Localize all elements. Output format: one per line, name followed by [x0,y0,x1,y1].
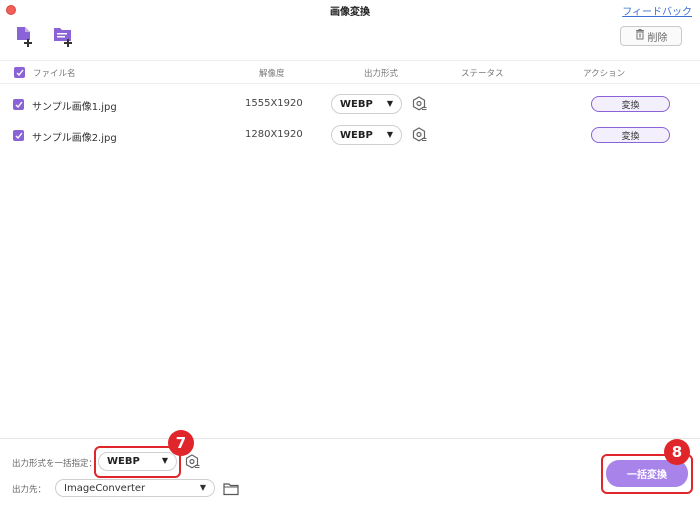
row-checkbox[interactable] [13,99,24,110]
step-badge-8: 8 [664,439,690,465]
batch-format-label: 出力形式を一括指定： [12,459,98,469]
chevron-down-icon: ▼ [386,99,393,108]
add-file-icon[interactable] [15,24,37,48]
batch-settings-gear-icon[interactable] [184,454,200,470]
output-dest-label: 出力先： [12,485,47,495]
header-resolution: 解像度 [259,69,285,79]
output-dest-select[interactable]: ImageConverter ▼ [55,479,215,497]
add-folder-icon[interactable] [53,24,75,48]
trash-icon [635,29,645,43]
settings-gear-icon[interactable] [411,96,427,112]
format-value: WEBP [340,98,373,110]
table-header: ファイル名 解像度 出力形式 ステータス アクション [0,60,700,84]
highlight-box-7 [94,446,181,478]
delete-label: 削除 [647,32,668,44]
file-name: サンプル画像1.jpg [32,102,117,113]
format-select[interactable]: WEBP ▼ [331,94,402,114]
format-value: WEBP [340,129,373,141]
chevron-down-icon: ▼ [386,130,393,139]
table-row: サンプル画像1.jpg 1555X1920 WEBP ▼ 変換 [0,89,700,120]
file-name: サンプル画像2.jpg [32,133,117,144]
header-filename: ファイル名 [33,69,76,79]
title-bar: 画像変換 フィードバック [0,0,700,20]
file-resolution: 1555X1920 [245,98,303,109]
header-output-format: 出力形式 [364,69,399,79]
delete-button[interactable]: 削除 [620,26,682,46]
feedback-link[interactable]: フィードバック [622,3,692,18]
chevron-down-icon: ▼ [199,483,206,492]
table-row: サンプル画像2.jpg 1280X1920 WEBP ▼ 変換 [0,120,700,151]
convert-button[interactable]: 変換 [591,96,670,112]
output-dest-value: ImageConverter [64,482,146,494]
window-title: 画像変換 [330,7,370,18]
settings-gear-icon[interactable] [411,127,427,143]
select-all-checkbox[interactable] [14,67,25,78]
row-checkbox[interactable] [13,130,24,141]
convert-button[interactable]: 変換 [591,127,670,143]
folder-icon[interactable] [223,481,239,496]
image-converter-window: 画像変換 フィードバック 削除 ファイル名 解像度 出力形式 ステータス アクシ… [0,0,700,509]
header-status: ステータス [461,69,504,79]
step-badge-7: 7 [168,430,194,456]
format-select[interactable]: WEBP ▼ [331,125,402,145]
header-action: アクション [583,69,626,79]
file-resolution: 1280X1920 [245,129,303,140]
